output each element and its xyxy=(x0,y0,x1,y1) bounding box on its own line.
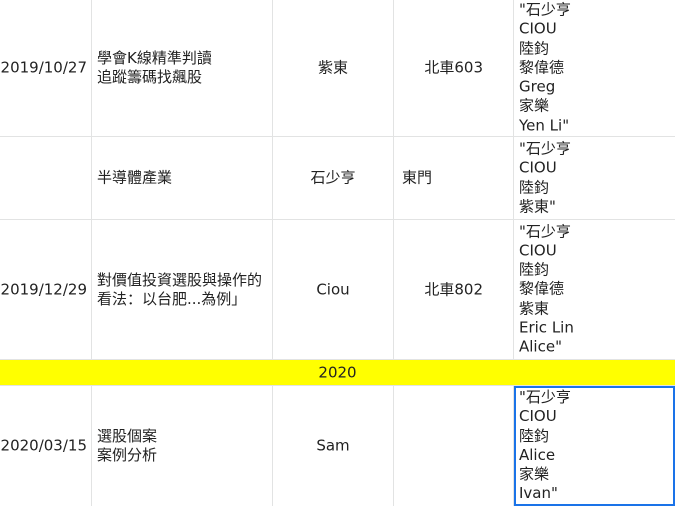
attendees-text: "石少亨 CIOU 陸鈞 紫東" xyxy=(519,139,571,216)
speaker-cell[interactable]: Ciou xyxy=(273,220,394,359)
attendees-text: "石少亨 CIOU 陸鈞 黎偉德 Greg 家樂 Yen Li" xyxy=(519,0,571,135)
table-row: 2020/03/15 選股個案 案例分析 Sam "石少亨 CIOU 陸鈞 Al… xyxy=(0,386,675,506)
attendees-cell-selected[interactable]: "石少亨 CIOU 陸鈞 Alice 家樂 Ivan" xyxy=(514,386,675,506)
attendees-text: "石少亨 CIOU 陸鈞 黎偉德 紫東 Eric Lin Alice" xyxy=(519,221,574,356)
year-separator-row[interactable]: 2020 xyxy=(0,360,675,386)
date-cell[interactable]: 2020/03/15 xyxy=(0,386,92,506)
topic-cell[interactable]: 學會K線精準判讀 追蹤籌碼找飆股 xyxy=(92,0,273,136)
place-cell[interactable] xyxy=(394,386,514,506)
speaker-text: 石少亨 xyxy=(310,168,356,187)
topic-text: 對價值投資選股與操作的 看法：以台肥...為例」 xyxy=(97,270,263,308)
date-cell[interactable] xyxy=(0,137,92,219)
place-cell[interactable]: 北車603 xyxy=(394,0,514,136)
attendees-cell[interactable]: "石少亨 CIOU 陸鈞 黎偉德 Greg 家樂 Yen Li" xyxy=(514,0,675,136)
speaker-cell[interactable]: 紫東 xyxy=(273,0,394,136)
attendees-text: "石少亨 CIOU 陸鈞 Alice 家樂 Ivan" xyxy=(519,388,571,503)
date-cell[interactable]: 2019/12/29 xyxy=(0,220,92,359)
place-text: 北車802 xyxy=(424,280,483,298)
speaker-text: Ciou xyxy=(316,280,350,298)
topic-text: 選股個案 案例分析 xyxy=(97,427,158,464)
speaker-cell[interactable]: Sam xyxy=(273,386,394,506)
place-text: 北車603 xyxy=(424,58,483,77)
speaker-text: Sam xyxy=(316,436,350,455)
date-text: 2020/03/15 xyxy=(0,436,87,455)
topic-text: 學會K線精準判讀 追蹤籌碼找飆股 xyxy=(97,49,212,86)
place-text: 東門 xyxy=(402,168,433,187)
spreadsheet-grid: 2019/10/27 學會K線精準判讀 追蹤籌碼找飆股 紫東 北車603 "石少… xyxy=(0,0,675,506)
date-cell[interactable]: 2019/10/27 xyxy=(0,0,92,136)
speaker-cell[interactable]: 石少亨 xyxy=(273,137,394,219)
table-row: 2019/12/29 對價值投資選股與操作的 看法：以台肥...為例」 Ciou… xyxy=(0,220,675,360)
table-row: 2019/10/27 學會K線精準判讀 追蹤籌碼找飆股 紫東 北車603 "石少… xyxy=(0,0,675,137)
date-text: 2019/12/29 xyxy=(0,280,87,298)
place-cell[interactable]: 北車802 xyxy=(394,220,514,359)
topic-cell[interactable]: 選股個案 案例分析 xyxy=(92,386,273,506)
speaker-text: 紫東 xyxy=(317,58,348,77)
attendees-cell[interactable]: "石少亨 CIOU 陸鈞 紫東" xyxy=(514,137,675,219)
attendees-cell[interactable]: "石少亨 CIOU 陸鈞 黎偉德 紫東 Eric Lin Alice" xyxy=(514,220,675,359)
year-label: 2020 xyxy=(318,363,357,381)
place-cell[interactable]: 東門 xyxy=(394,137,514,219)
table-row: 半導體產業 石少亨 東門 "石少亨 CIOU 陸鈞 紫東" xyxy=(0,137,675,220)
date-text: 2019/10/27 xyxy=(0,58,87,77)
topic-cell[interactable]: 對價值投資選股與操作的 看法：以台肥...為例」 xyxy=(92,220,273,359)
topic-cell[interactable]: 半導體產業 xyxy=(92,137,273,219)
topic-text: 半導體產業 xyxy=(97,168,173,187)
